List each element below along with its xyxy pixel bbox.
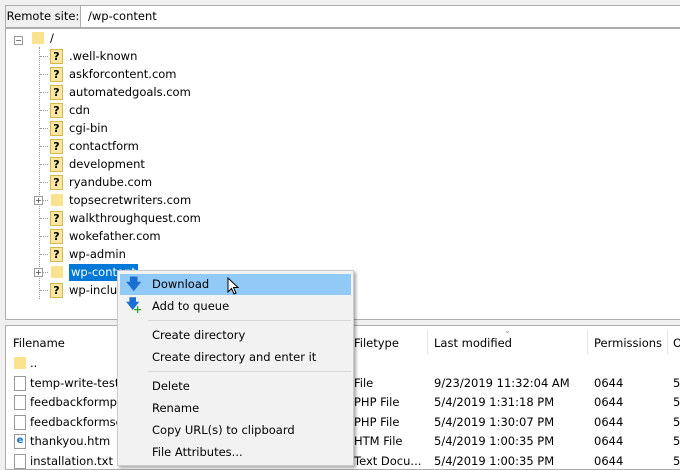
menu-item-file-attributes[interactable]: File Attributes... bbox=[120, 442, 351, 463]
unknown-folder-icon: ? bbox=[50, 157, 63, 172]
expand-icon[interactable]: + bbox=[34, 196, 43, 205]
unknown-folder-icon: ? bbox=[50, 67, 63, 82]
text-file-icon bbox=[14, 453, 26, 469]
unknown-folder-icon: ? bbox=[50, 229, 63, 244]
column-permissions[interactable]: Permissions bbox=[594, 336, 662, 351]
menu-item-add-to-queue[interactable]: 🡇 + Add to queue bbox=[120, 296, 351, 317]
menu-item-create-directory[interactable]: Create directory bbox=[120, 325, 351, 346]
folder-icon bbox=[51, 266, 63, 278]
menu-item-copy-url[interactable]: Copy URL(s) to clipboard bbox=[120, 420, 351, 441]
folder-icon bbox=[14, 357, 26, 369]
unknown-folder-icon: ? bbox=[50, 139, 63, 154]
remote-site-label: Remote site: bbox=[6, 6, 81, 27]
unknown-folder-icon: ? bbox=[50, 211, 63, 226]
html-file-icon: e bbox=[14, 434, 26, 449]
menu-item-rename[interactable]: Rename bbox=[120, 398, 351, 419]
unknown-folder-icon: ? bbox=[50, 247, 63, 262]
column-last-modified[interactable]: Last modified bbox=[434, 336, 512, 351]
add-to-queue-icon: 🡇 + bbox=[126, 297, 143, 316]
folder-icon bbox=[51, 194, 63, 206]
mouse-cursor-icon bbox=[227, 277, 240, 295]
file-icon bbox=[14, 395, 26, 410]
unknown-folder-icon: ? bbox=[50, 175, 63, 190]
unknown-folder-icon: ? bbox=[50, 121, 63, 136]
expand-icon[interactable]: + bbox=[34, 268, 43, 277]
unknown-folder-icon: ? bbox=[50, 283, 63, 298]
unknown-folder-icon: ? bbox=[50, 85, 63, 100]
menu-item-create-directory-enter[interactable]: Create directory and enter it bbox=[120, 347, 351, 368]
remote-site-path-input[interactable]: /wp-content bbox=[88, 6, 157, 27]
sort-descending-icon: ⌄ bbox=[504, 326, 511, 335]
collapse-icon[interactable]: − bbox=[14, 36, 23, 45]
menu-item-delete[interactable]: Delete bbox=[120, 376, 351, 397]
file-icon bbox=[14, 414, 26, 430]
unknown-folder-icon: ? bbox=[50, 49, 63, 64]
unknown-folder-icon: ? bbox=[50, 103, 63, 118]
column-owner[interactable]: O bbox=[673, 336, 680, 351]
column-filename[interactable]: Filename bbox=[13, 336, 65, 351]
column-filetype[interactable]: Filetype bbox=[354, 336, 399, 351]
remote-site-bar: Remote site: /wp-content bbox=[5, 5, 680, 28]
context-menu: 🡇 Download 🡇 + Add to queue Create direct… bbox=[117, 270, 354, 466]
file-icon bbox=[14, 375, 26, 391]
download-arrow-icon: 🡇 bbox=[126, 275, 142, 293]
folder-icon bbox=[32, 32, 44, 44]
